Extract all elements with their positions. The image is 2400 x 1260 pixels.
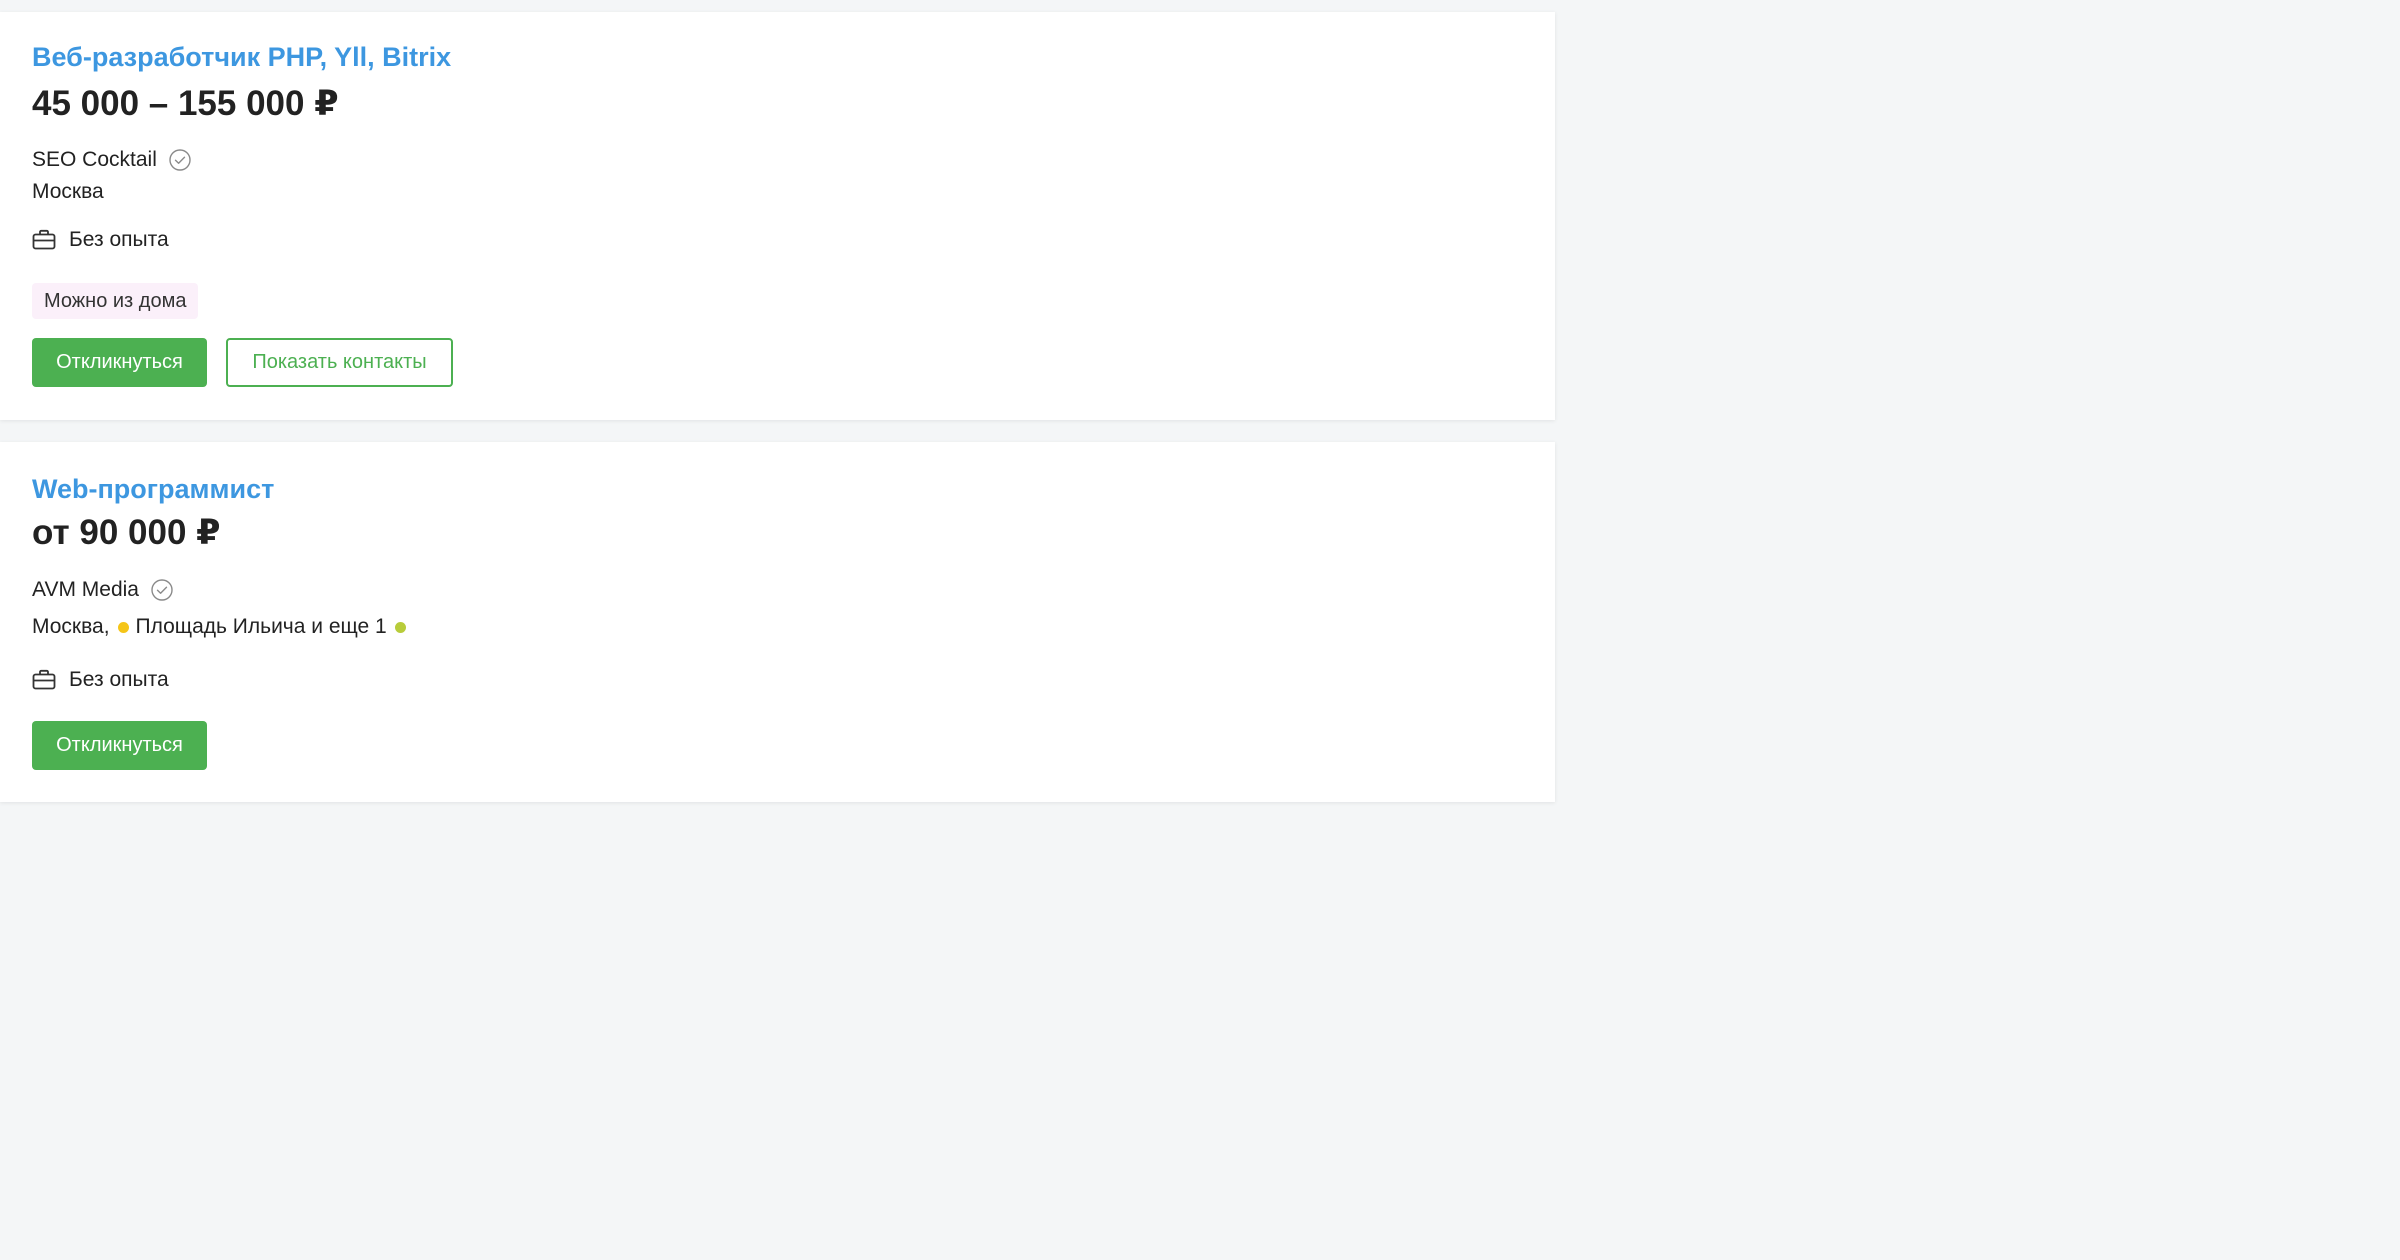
show-contacts-button[interactable]: Показать контакты — [226, 338, 453, 387]
vacancy-title-link[interactable]: Web-программист — [32, 474, 274, 505]
vacancy-city: Москва, — [32, 615, 110, 638]
metro-station: Площадь Ильича и еще 1 — [135, 615, 387, 638]
company-name-link[interactable]: AVM Media — [32, 578, 139, 602]
briefcase-icon — [32, 229, 56, 250]
experience-label: Без опыта — [69, 228, 169, 251]
vacancy-location: Москва, Площадь Ильича и еще 1 — [32, 615, 413, 639]
briefcase-icon — [32, 669, 56, 690]
vacancy-title-link[interactable]: Веб-разработчик PHP, Yll, Bitrix — [32, 42, 451, 73]
experience-row: Без опыта — [32, 668, 169, 692]
vacancy-card: Web-программист от 90 000 ₽ AVM Media Мо… — [0, 442, 1555, 802]
metro-line-dot-icon — [394, 621, 406, 633]
check-circle-icon — [151, 579, 173, 601]
respond-button[interactable]: Откликнуться — [32, 338, 207, 387]
company-name-link[interactable]: SEO Cocktail — [32, 148, 157, 172]
vacancy-card: Веб-разработчик PHP, Yll, Bitrix 45 000 … — [0, 12, 1555, 420]
company-info: SEO Cocktail — [32, 148, 191, 172]
company-info: AVM Media — [32, 578, 173, 602]
respond-button[interactable]: Откликнуться — [32, 721, 207, 770]
check-circle-icon — [169, 149, 191, 171]
experience-row: Без опыта — [32, 228, 169, 252]
vacancy-salary: 45 000 – 155 000 ₽ — [32, 84, 339, 123]
experience-label: Без опыта — [69, 668, 169, 691]
vacancy-city: Москва — [32, 180, 104, 203]
vacancy-salary: от 90 000 ₽ — [32, 513, 221, 552]
metro-line-dot-icon — [117, 621, 129, 633]
remote-work-tag: Можно из дома — [32, 283, 199, 319]
